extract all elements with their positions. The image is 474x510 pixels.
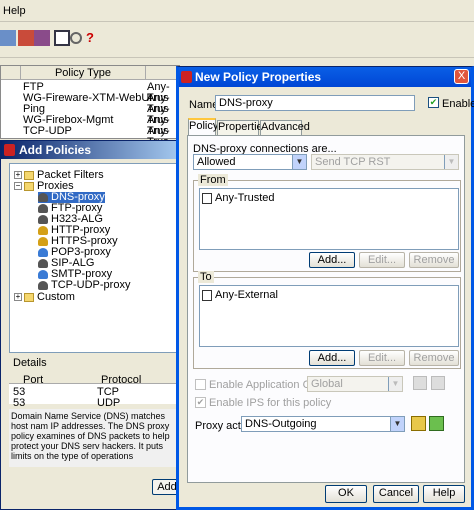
folder-icon (24, 292, 34, 302)
name-field[interactable]: DNS-proxy (215, 95, 415, 111)
enable-checkbox[interactable]: ✔ (428, 97, 439, 108)
chevron-down-icon: ▼ (444, 155, 458, 169)
search-icon[interactable] (70, 32, 82, 44)
delete-policy-icon[interactable] (34, 30, 50, 46)
connections-dropdown[interactable]: Allowed ▼ (193, 154, 307, 170)
help-button[interactable]: Help (423, 485, 465, 503)
add-policies-window: Add Policies + Packet Filters − Proxies DN… (0, 140, 181, 510)
tree-node-tcp-udp-proxy[interactable]: TCP-UDP-proxy (38, 280, 130, 291)
proxy-icon (38, 269, 48, 279)
chevron-down-icon: ▼ (388, 377, 402, 391)
from-remove-button: Remove (409, 252, 459, 268)
proxy-icon (38, 236, 48, 246)
port-table: Port Protocol 53 TCP 53 UDP (9, 374, 181, 409)
policy-description: Domain Name Service (DNS) matches host n… (9, 409, 181, 467)
ips-checkbox: ✔ (195, 397, 206, 408)
ips-label: Enable IPS for this policy (209, 397, 332, 409)
column-header-policy-type[interactable]: Policy Type (21, 66, 146, 80)
list-icon[interactable] (0, 30, 16, 46)
to-add-button[interactable]: Add... (309, 350, 355, 366)
to-remove-button: Remove (409, 350, 459, 366)
tab-advanced[interactable]: Advanced (260, 120, 310, 135)
edit-proxy-action-icon[interactable] (411, 416, 426, 431)
tab-properties[interactable]: Properties (217, 120, 268, 135)
tree-node-custom[interactable]: + Custom (14, 292, 75, 303)
to-edit-button: Edit... (359, 350, 405, 366)
help-icon[interactable]: ? (86, 30, 102, 46)
policy-tree: + Packet Filters − Proxies DNS-proxy FTP-p… (9, 163, 181, 353)
policy-table: Policy Type FTP Any-Trus WG-Fireware-XTM-… (0, 65, 181, 148)
list-item[interactable]: Any-External (202, 289, 278, 301)
folder-icon (24, 170, 34, 180)
chevron-down-icon: ▼ (390, 417, 404, 431)
table-header-blank (1, 66, 21, 80)
menu-help[interactable]: Help (3, 5, 26, 17)
clone-icon (431, 376, 445, 390)
port-cell: 53 (13, 397, 26, 409)
proxy-icon (38, 214, 48, 224)
from-label: From (198, 174, 228, 186)
send-rst-dropdown: Send TCP RST ▼ (311, 154, 459, 170)
column-header-protocol: Protocol (101, 374, 142, 386)
clone-proxy-action-icon[interactable] (429, 416, 444, 431)
protocol-cell: UDP (97, 397, 121, 409)
list-item[interactable]: Any-Trusted (202, 192, 275, 204)
expand-icon[interactable]: + (14, 171, 22, 180)
enable-label: Enable (442, 98, 474, 110)
firebox-icon (181, 71, 192, 83)
chevron-down-icon: ▼ (292, 155, 306, 169)
proxy-icon (38, 203, 48, 213)
add-policy-icon[interactable] (18, 30, 34, 46)
close-button[interactable]: X (454, 69, 469, 84)
toolbar: ? (0, 22, 474, 58)
app-control-checkbox (195, 379, 206, 390)
menu-bar: Help (0, 0, 474, 22)
app-control-dropdown: Global ▼ (307, 376, 403, 392)
proxy-icon (38, 280, 48, 290)
proxy-action-dropdown[interactable]: DNS-Outgoing ▼ (241, 416, 405, 432)
details-label: Details (13, 357, 47, 369)
column-header-port: Port (23, 374, 44, 386)
folder-open-icon (24, 181, 34, 191)
alias-icon (202, 289, 212, 301)
expand-icon[interactable]: + (14, 293, 22, 302)
alias-icon (202, 192, 212, 204)
from-edit-button: Edit... (359, 252, 405, 268)
window-icon[interactable] (54, 30, 70, 46)
to-list[interactable]: Any-External (199, 285, 459, 347)
from-list[interactable]: Any-Trusted (199, 188, 459, 250)
add-policies-title: Add Policies (1, 141, 181, 159)
to-label: To (198, 271, 214, 283)
proxy-icon (38, 258, 48, 268)
firebox-icon (4, 144, 15, 156)
cancel-button[interactable]: Cancel (373, 485, 419, 503)
dialog-title: New Policy Properties (179, 67, 471, 87)
new-policy-properties-dialog: New Policy Properties X Name: DNS-proxy … (176, 66, 474, 510)
proxy-icon (38, 247, 48, 257)
from-add-button[interactable]: Add... (309, 252, 355, 268)
proxy-icon (38, 225, 48, 235)
policy-type: TCP-UDP (23, 125, 72, 137)
edit-icon (413, 376, 427, 390)
collapse-icon[interactable]: − (14, 182, 22, 191)
proxy-icon (38, 192, 48, 202)
ok-button[interactable]: OK (325, 485, 367, 503)
tab-policy[interactable]: Policy (188, 118, 218, 135)
table-row[interactable]: TCP-UDPAny-Trus (1, 125, 181, 148)
